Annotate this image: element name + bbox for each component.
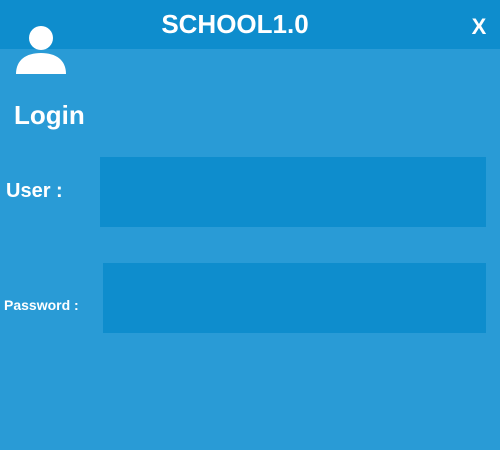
user-avatar-icon: [16, 26, 66, 74]
user-input[interactable]: [100, 157, 486, 227]
close-button[interactable]: X: [462, 0, 496, 52]
login-heading: Login: [14, 100, 85, 130]
user-label: User :: [6, 180, 63, 202]
password-label: Password :: [4, 297, 79, 313]
password-input[interactable]: [103, 263, 486, 333]
app-title: SCHOOL1.0: [161, 9, 309, 39]
title-bar: SCHOOL1.0 X: [0, 0, 500, 49]
